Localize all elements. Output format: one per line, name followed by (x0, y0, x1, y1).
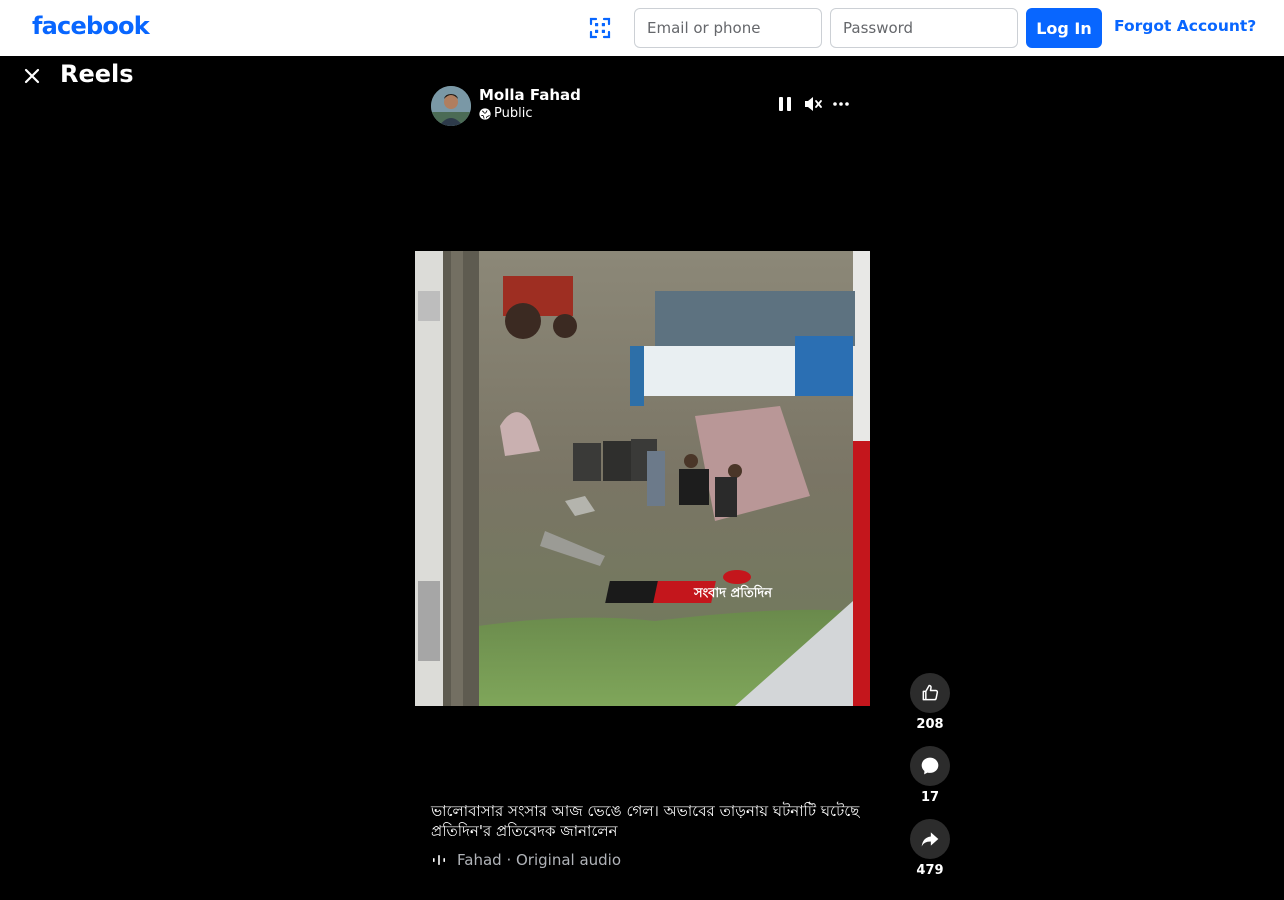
share-button[interactable] (910, 819, 950, 859)
reels-title: Reels (60, 60, 134, 88)
share-icon (921, 832, 939, 847)
audio-author: Fahad (457, 851, 502, 869)
reel-video[interactable]: সংবাদ প্রতিদিন (415, 251, 870, 706)
mute-icon[interactable] (803, 94, 823, 114)
comment-button[interactable] (910, 746, 950, 786)
more-icon[interactable] (831, 94, 851, 114)
qr-scan-icon[interactable] (588, 16, 612, 40)
like-count: 208 (916, 717, 944, 732)
comment-count: 17 (920, 790, 940, 805)
privacy-label: Public (494, 106, 533, 121)
close-icon[interactable] (20, 64, 44, 88)
login-button[interactable]: Log In (1026, 8, 1102, 48)
globe-icon (479, 107, 491, 120)
top-bar: facebook Log In Forgot Account? (0, 0, 1284, 56)
privacy-indicator: Public (479, 106, 532, 121)
like-button[interactable] (910, 673, 950, 713)
email-field[interactable] (634, 8, 822, 48)
audio-wave-icon (433, 855, 445, 865)
reel-caption: ভালোবাসার সংসার আজ ভেঙে গেল। অভাবের তাড়… (431, 802, 860, 840)
watermark-text: সংবাদ প্রতিদিন (693, 584, 773, 601)
password-field[interactable] (830, 8, 1018, 48)
audio-separator: · (501, 851, 516, 869)
audio-info[interactable]: Fahad · Original audio (431, 851, 621, 869)
author-name[interactable]: Molla Fahad (479, 86, 581, 104)
like-icon (922, 684, 939, 701)
comment-icon (921, 757, 939, 775)
forgot-account-link[interactable]: Forgot Account? (1114, 17, 1256, 35)
audio-label: Original audio (515, 851, 622, 869)
share-count: 479 (916, 863, 944, 878)
facebook-logo[interactable]: facebook (32, 12, 150, 40)
avatar[interactable] (431, 86, 471, 126)
pause-icon[interactable] (775, 94, 795, 114)
